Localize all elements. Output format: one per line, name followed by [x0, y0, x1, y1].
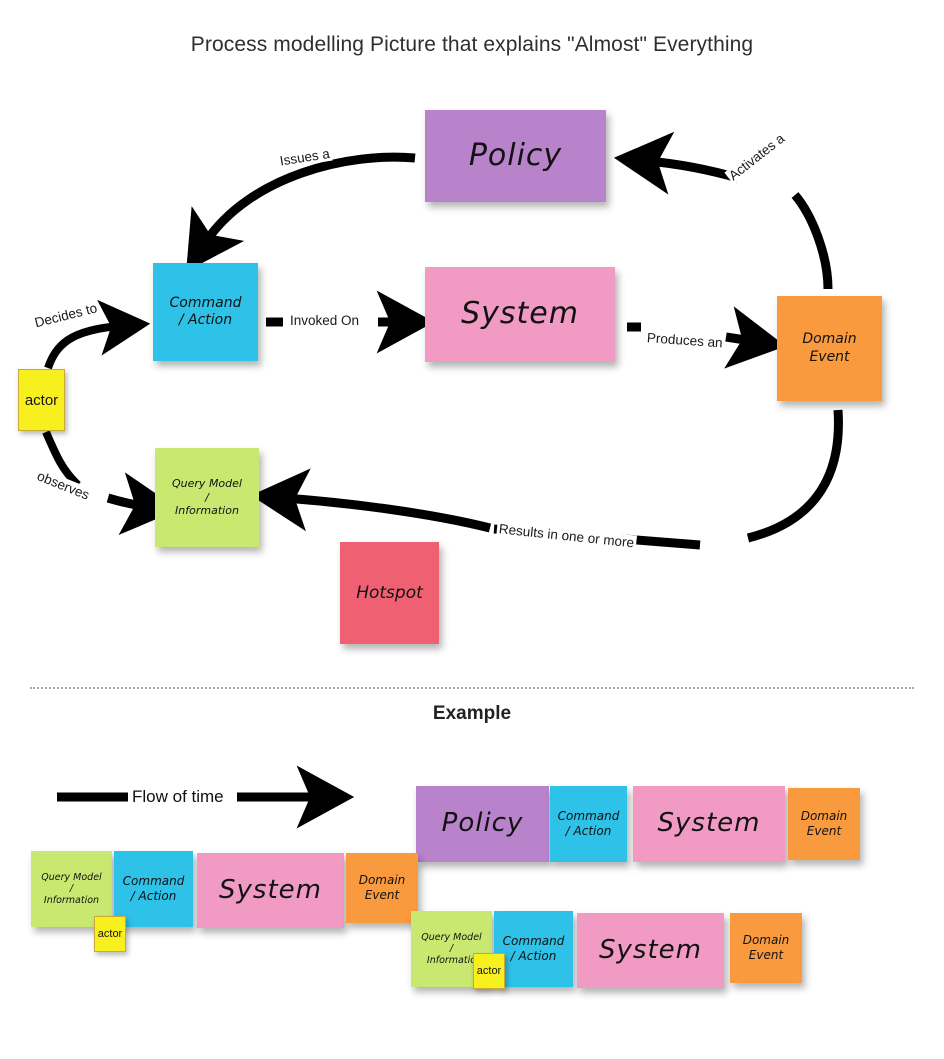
arrow-results-in-stub: [746, 409, 843, 543]
arrow-produces-an: [724, 306, 786, 369]
example-row2-note-policy[interactable]: Policy: [416, 786, 549, 862]
page-title: Process modelling Picture that explains …: [190, 33, 754, 56]
arrow-label-produces-an: Produces an: [644, 330, 726, 351]
example-row3-note-command-action[interactable]: Command / Action: [494, 911, 573, 987]
arrow-activates-a-stub: [791, 192, 833, 290]
example-row2-note-command-action[interactable]: Command / Action: [550, 786, 627, 862]
arrow-label-activates-a: Activates a: [724, 129, 789, 185]
arrow-activates-a: [613, 131, 740, 195]
section-divider: [30, 687, 914, 689]
example-row1-note-actor[interactable]: actor: [94, 916, 126, 952]
arrow-label-invoked-on: Invoked On: [288, 313, 362, 328]
example-row1-note-domain-event[interactable]: Domain Event: [346, 853, 418, 923]
note-system[interactable]: System: [425, 267, 615, 362]
note-query-model[interactable]: Query Model / Information: [155, 448, 259, 547]
arrow-label-observes: observes: [33, 467, 94, 504]
arrow-decides-to: [44, 299, 151, 370]
arrow-observes: [106, 472, 180, 536]
example-row3-note-system[interactable]: System: [577, 913, 724, 988]
arrow-issues-a: [186, 152, 416, 272]
example-row3-note-domain-event[interactable]: Domain Event: [730, 913, 802, 983]
example-row1-note-system[interactable]: System: [197, 853, 344, 928]
example-row2-note-system[interactable]: System: [633, 786, 785, 862]
note-hotspot[interactable]: Hotspot: [340, 542, 439, 644]
note-command-action[interactable]: Command / Action: [153, 263, 258, 361]
arrow-label-issues-a: Issues a: [276, 145, 333, 169]
note-domain-event[interactable]: Domain Event: [777, 296, 882, 401]
arrow-label-results-in-one-or-more: Results in one or more: [496, 521, 637, 551]
note-policy[interactable]: Policy: [425, 110, 606, 202]
example-row3-note-actor[interactable]: actor: [473, 953, 505, 989]
note-actor[interactable]: actor: [18, 369, 65, 431]
diagram-canvas: Process modelling Picture that explains …: [0, 0, 944, 1059]
arrow-results-in: [250, 468, 492, 533]
example-title: Example: [432, 703, 512, 724]
flow-of-time-label: Flow of time: [132, 787, 224, 806]
example-row2-note-domain-event[interactable]: Domain Event: [788, 788, 860, 860]
arrow-label-decides-to: Decides to: [31, 299, 101, 331]
